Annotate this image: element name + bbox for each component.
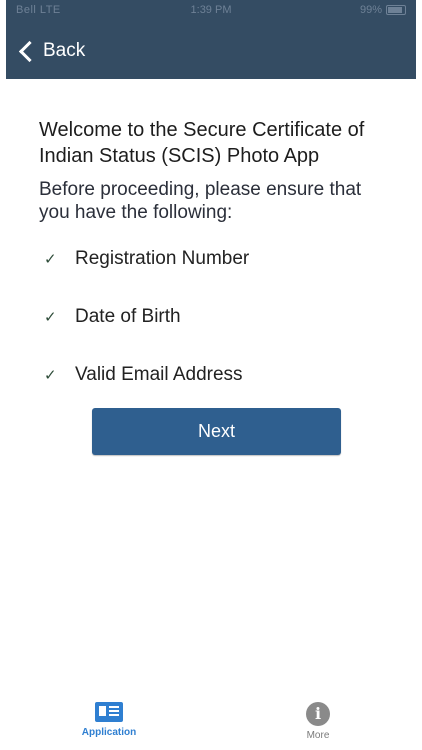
tab-application-label: Application [81, 727, 137, 738]
info-icon: i [306, 702, 330, 726]
status-bar: Bell LTE 1:39 PM 99% [6, 0, 416, 22]
battery-status: 99% [360, 4, 406, 16]
checklist-item: ✓ Date of Birth [44, 304, 181, 330]
status-time: 1:39 PM [190, 4, 232, 16]
header: Bell LTE 1:39 PM 99% Back [6, 0, 416, 79]
chevron-left-icon [18, 40, 41, 62]
id-card-icon [95, 702, 123, 722]
tab-bar: Application i More [6, 698, 416, 750]
checkmark-icon: ✓ [44, 250, 57, 268]
back-label: Back [43, 40, 86, 61]
back-button[interactable]: Back [16, 36, 85, 66]
battery-icon [386, 5, 406, 15]
welcome-heading: Welcome to the Secure Certificate of Ind… [39, 119, 365, 167]
checklist-item-label: Valid Email Address [75, 364, 243, 385]
tab-application[interactable]: Application [59, 702, 159, 750]
checkmark-icon: ✓ [44, 308, 57, 326]
tab-more-label: More [306, 730, 330, 741]
next-button-label: Next [197, 421, 235, 441]
next-button[interactable]: Next [92, 408, 341, 455]
checklist-item: ✓ Valid Email Address [44, 362, 243, 388]
instructions-text: Before proceeding, please ensure that yo… [39, 179, 362, 223]
nav-bar: Back [6, 22, 416, 79]
app-screen: Bell LTE 1:39 PM 99% Back Welcome to the… [6, 0, 416, 750]
battery-percent: 99% [359, 4, 382, 16]
tab-more[interactable]: i More [268, 702, 368, 750]
checklist-item: ✓ Registration Number [44, 246, 249, 272]
checklist-item-label: Date of Birth [75, 306, 181, 327]
checkmark-icon: ✓ [44, 366, 57, 384]
checklist-item-label: Registration Number [75, 248, 250, 269]
